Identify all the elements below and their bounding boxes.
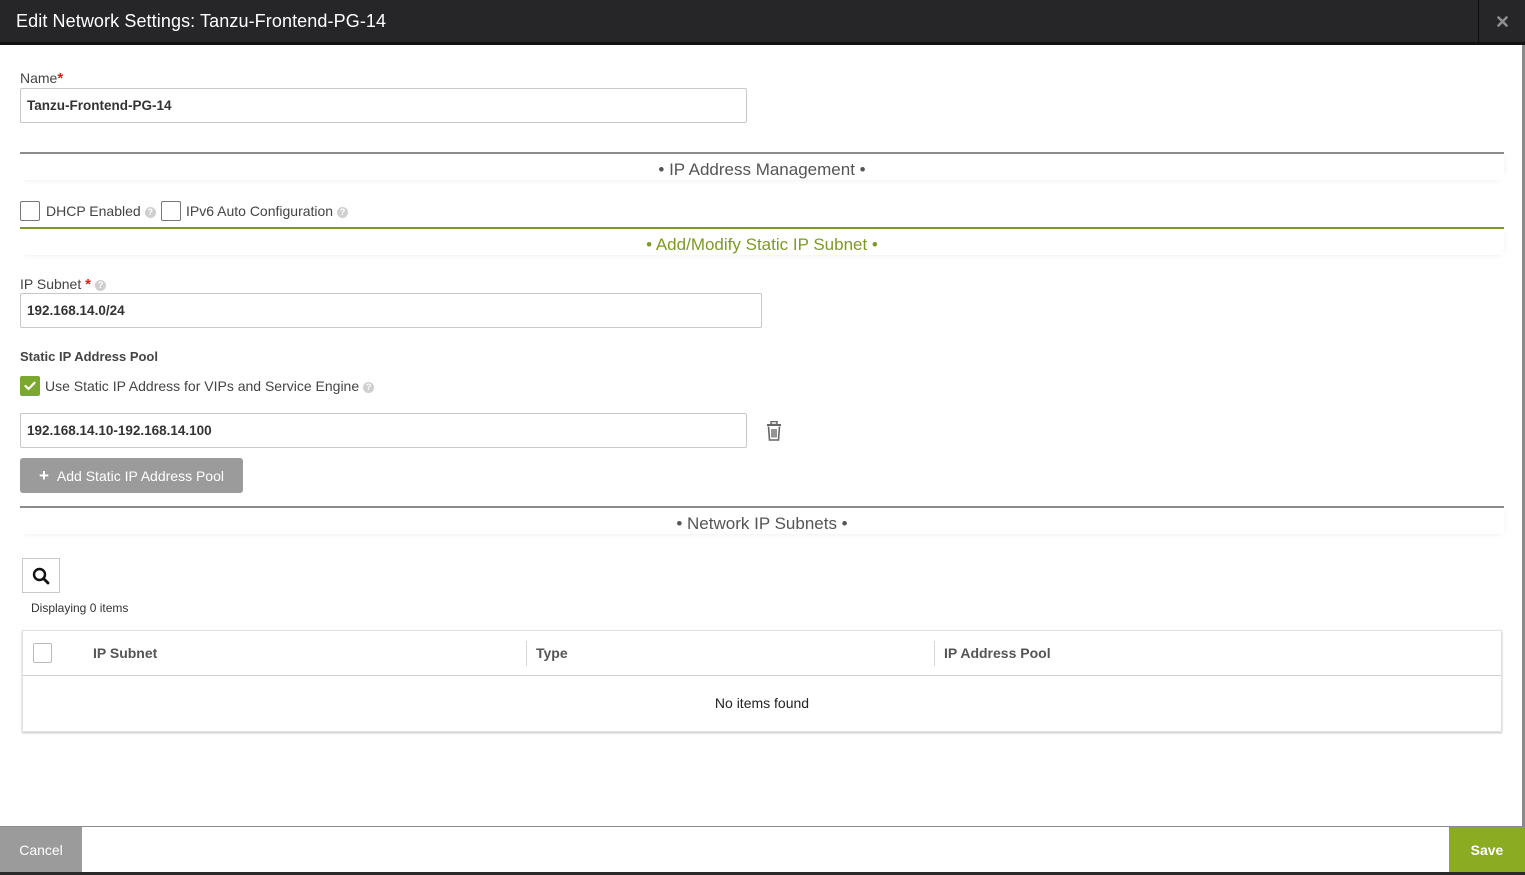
dialog-title: Edit Network Settings: Tanzu-Frontend-PG… [16, 11, 387, 31]
required-marker: * [85, 276, 91, 293]
ipv6-auto-config-checkbox[interactable] [161, 201, 181, 221]
section-title: • IP Address Management • [658, 160, 866, 179]
ipv6-auto-config-text: IPv6 Auto Configuration [186, 203, 334, 219]
column-header-ip-subnet[interactable]: IP Subnet [93, 645, 157, 661]
add-static-ip-pool-label: Add Static IP Address Pool [56, 467, 224, 484]
use-static-ip-label: Use Static IP Address for VIPs and Servi… [45, 378, 375, 394]
name-label: Name* [20, 70, 63, 87]
ipv6-auto-config-label: IPv6 Auto Configuration? [186, 203, 349, 219]
help-icon[interactable]: ? [94, 279, 106, 291]
dialog-footer [0, 826, 1525, 875]
section-title: • Network IP Subnets • [676, 514, 848, 533]
required-marker: * [57, 70, 64, 87]
close-button[interactable] [1478, 0, 1525, 42]
close-icon [1496, 15, 1508, 27]
ip-subnet-label: IP Subnet *? [20, 276, 106, 293]
static-ip-pool-title: Static IP Address Pool [20, 349, 158, 364]
table-header: IP Subnet Type IP Address Pool [23, 631, 1501, 676]
name-label-text: Name [20, 70, 58, 86]
dhcp-enabled-label: DHCP Enabled? [46, 203, 156, 219]
help-icon[interactable]: ? [144, 206, 156, 218]
plus-icon: + [38, 466, 49, 485]
dhcp-enabled-checkbox[interactable] [20, 201, 40, 221]
add-static-ip-pool-button[interactable]: + Add Static IP Address Pool [20, 458, 243, 493]
dialog-header: Edit Network Settings: Tanzu-Frontend-PG… [0, 0, 1525, 45]
search-icon [32, 567, 50, 584]
help-icon[interactable]: ? [337, 206, 349, 218]
use-static-ip-checkbox[interactable] [20, 376, 40, 396]
use-static-ip-text: Use Static IP Address for VIPs and Servi… [45, 378, 360, 394]
save-button[interactable]: Save [1449, 827, 1525, 872]
cancel-button[interactable]: Cancel [0, 827, 82, 872]
name-input[interactable] [20, 88, 747, 123]
trash-icon[interactable] [765, 421, 783, 441]
static-ip-range-input[interactable] [20, 413, 747, 448]
select-all-checkbox[interactable] [33, 643, 52, 663]
column-header-ip-address-pool[interactable]: IP Address Pool [944, 645, 1051, 661]
column-resize-handle[interactable] [934, 641, 935, 666]
search-button[interactable] [22, 558, 60, 593]
section-title: • Add/Modify Static IP Subnet • [646, 235, 878, 254]
network-subnets-table: IP Subnet Type IP Address Pool No items … [22, 630, 1502, 732]
column-header-type[interactable]: Type [536, 645, 568, 661]
column-resize-handle[interactable] [526, 641, 527, 666]
section-ip-address-management: • IP Address Management • [20, 152, 1504, 180]
help-icon[interactable]: ? [363, 381, 375, 393]
empty-table-message: No items found [714, 695, 810, 711]
checkmark-icon [24, 381, 36, 391]
ip-subnet-input[interactable] [20, 293, 762, 328]
section-static-ip-subnet: • Add/Modify Static IP Subnet • [20, 227, 1504, 255]
dhcp-enabled-text: DHCP Enabled [46, 203, 141, 219]
section-network-ip-subnets: • Network IP Subnets • [20, 506, 1504, 534]
display-count: Displaying 0 items [31, 601, 129, 615]
ip-subnet-label-text: IP Subnet [20, 276, 82, 292]
